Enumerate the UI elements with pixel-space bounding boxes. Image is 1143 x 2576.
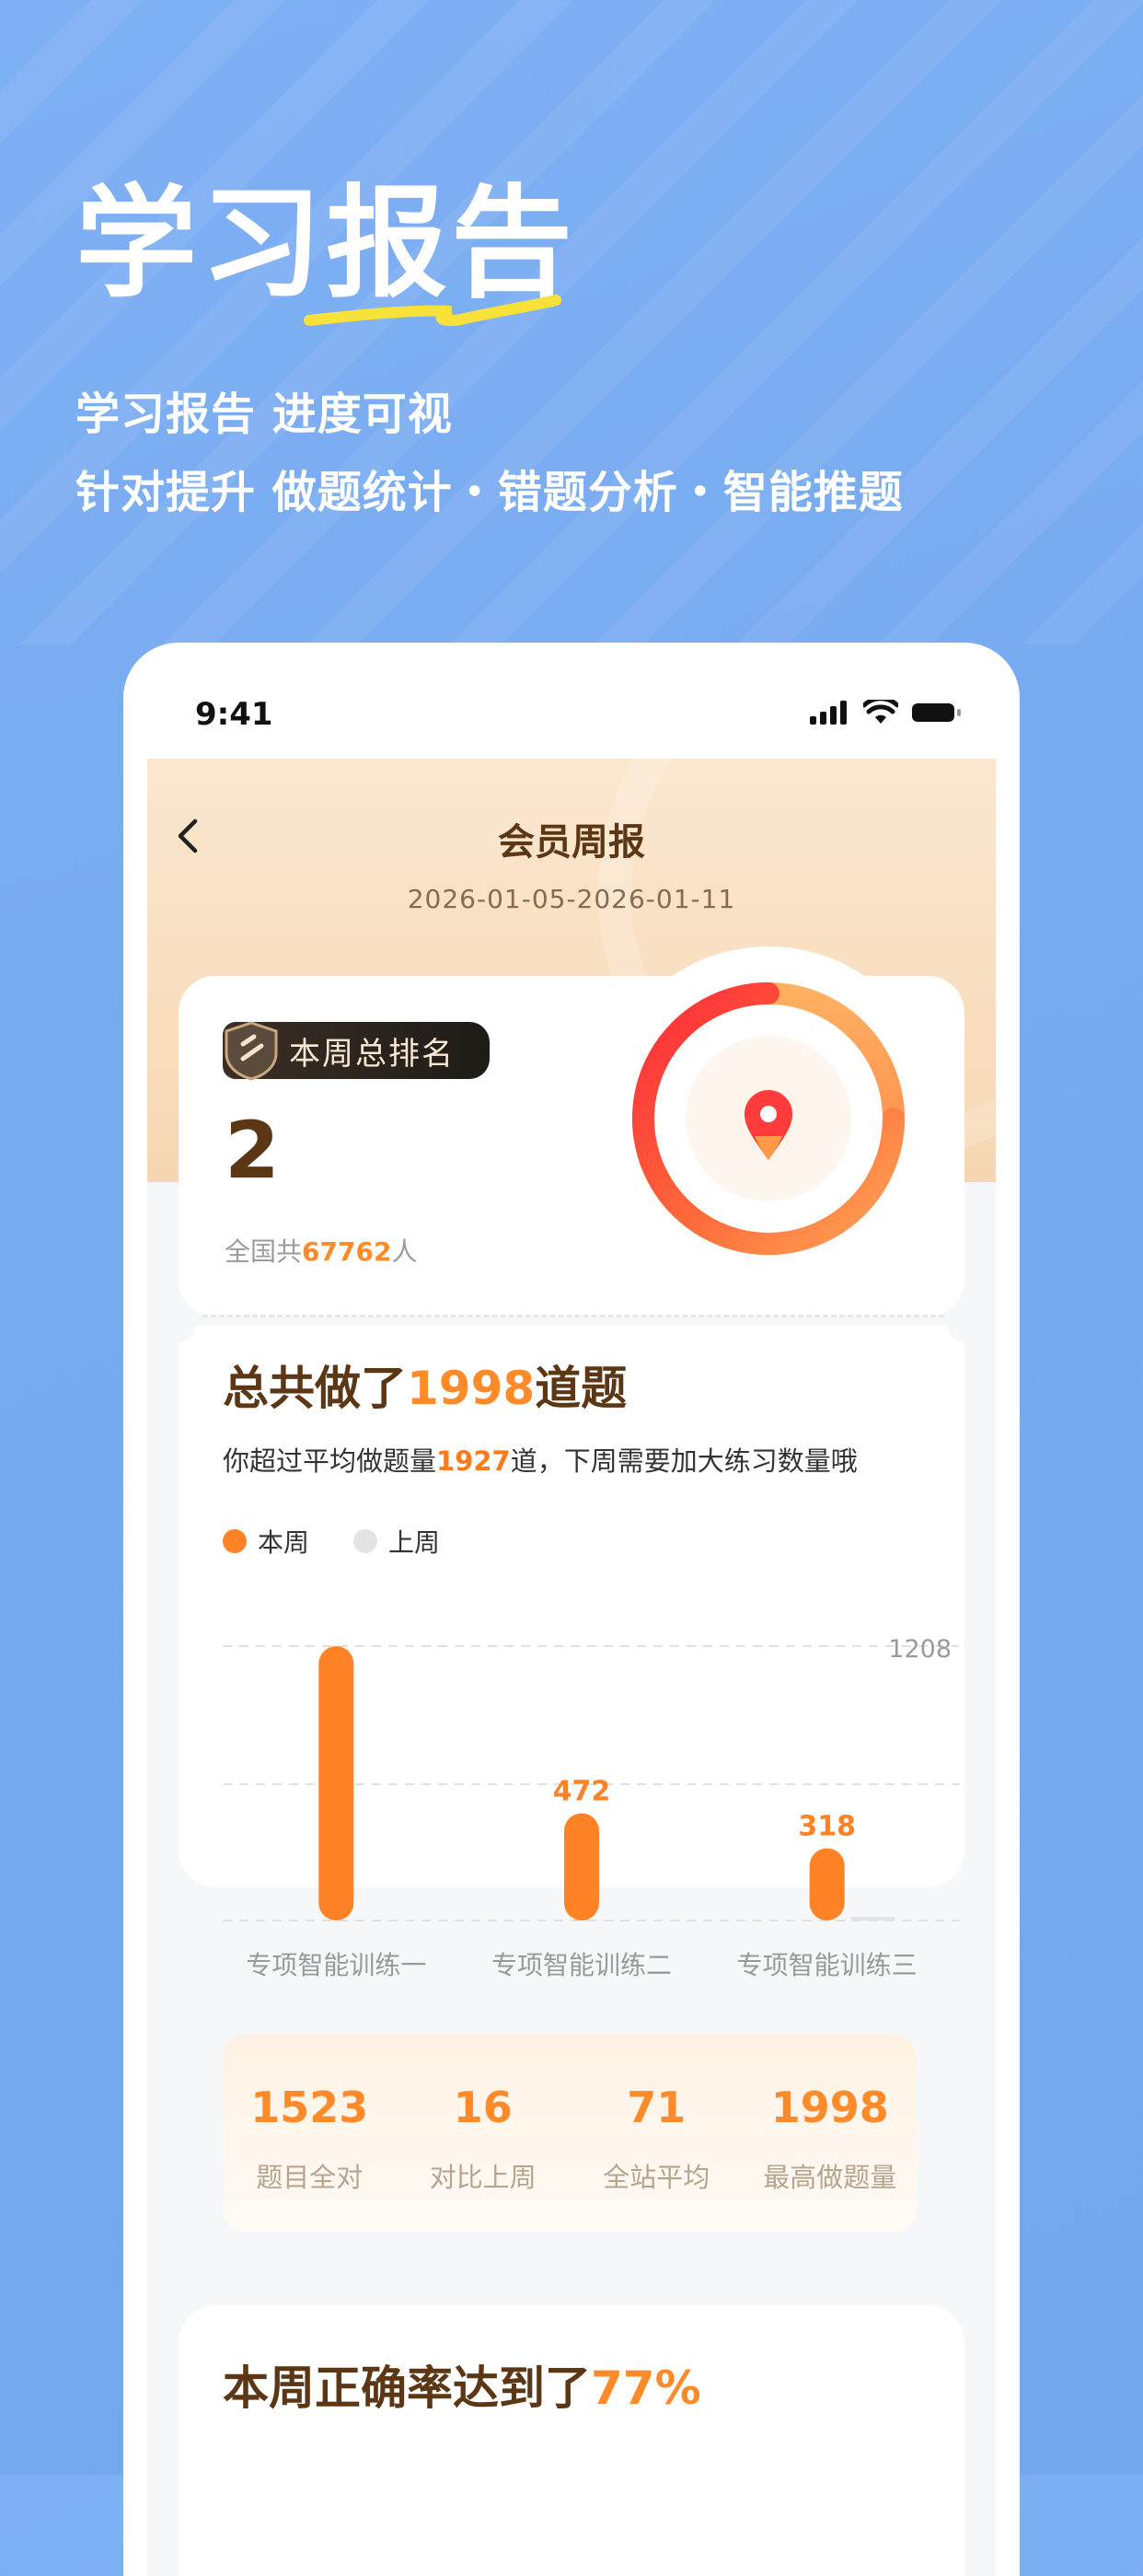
questions-desc: 你超过平均做题量1927道，下周需要加大练习数量哦 [223,1440,858,1479]
stats-panel: 1523 题目全对 16 对比上周 71 全站平均 1998 最高做题量 [223,2035,917,2232]
ticket-notch-left [162,1309,195,1342]
rank-ring-graphic [632,982,905,1255]
total-prefix: 全国共 [225,1236,303,1267]
stat-label: 题目全对 [256,2162,364,2193]
legend-dot-last-week [353,1529,378,1553]
ticket-notch-right [948,1309,981,1342]
stat-value: 71 [627,2083,687,2132]
total-count: 67762 [302,1236,392,1267]
bar-data-label: 472 [553,1776,611,1808]
stat-value: 16 [453,2083,513,2132]
signal-icon [810,701,847,725]
legend-label-last-week: 上周 [388,1527,441,1558]
bar-group: 专项智能训练一 472 专项智能训练二 318 专项智能训练三 [246,1646,918,1980]
rank-value: 2 [225,1105,280,1197]
bar-this-week [809,1848,845,1920]
x-category-label: 专项智能训练一 [246,1950,426,1980]
bar-this-week [564,1813,599,1920]
questions-bar-chart: 1208 专项智能训练一 472 专项智能训练二 318 专项智能训练三 [223,1635,959,1980]
accuracy-prefix: 本周正确率达到了 [223,2361,591,2415]
date-range: 2026-01-05-2026-01-11 [407,884,736,914]
questions-title: 总共做了1998道题 [223,1352,627,1418]
chart-legend: 本周 上周 [223,1523,440,1560]
ranking-card: 本周总排名 2 全国共67762人 [179,946,964,1317]
rank-ring [596,946,941,1291]
rank-badge: 本周总排名 [223,1021,490,1081]
stat-label: 最高做题量 [763,2162,897,2193]
promo-subtitle-1: 学习报告 进度可视 [75,389,453,440]
stat-value: 1523 [250,2083,369,2132]
wifi-icon [863,700,898,724]
total-users: 全国共67762人 [225,1232,417,1269]
stat-site-average: 71 全站平均 [570,2035,744,2232]
desc-prefix: 你超过平均做题量 [223,1445,437,1477]
stat-label: 对比上周 [429,2162,537,2193]
legend-dot-this-week [223,1529,247,1553]
headline-underline [304,295,561,327]
shield-icon [225,1021,278,1081]
stat-value: 1998 [770,2083,889,2132]
battery-icon [912,703,961,722]
x-category-label: 专项智能训练三 [737,1950,918,1980]
stat-highest-count: 1998 最高做题量 [744,2035,918,2232]
bar-last-week [850,1917,895,1920]
status-bar: 9:41 [123,643,1020,759]
status-time: 9:41 [195,696,273,733]
x-category-label: 专项智能训练二 [491,1950,672,1980]
bar-data-label: 318 [798,1811,856,1843]
stat-vs-last-week: 16 对比上周 [397,2035,571,2232]
total-suffix: 人 [391,1236,418,1267]
legend-label-this-week: 本周 [258,1527,310,1558]
y-tick-label: 1208 [888,1635,952,1664]
desc-count: 1927 [436,1445,511,1477]
accuracy-title: 本周正确率达到了77% [223,2351,701,2418]
phone-frame: 9:41 会员周报 2026-01-05-2026-01-11 本周总排名 2 … [123,643,1020,2576]
rank-badge-label: 本周总排名 [289,1035,455,1073]
desc-suffix: 道，下周需要加大练习数量哦 [510,1445,858,1477]
background-pattern [0,0,1143,644]
bar-this-week [318,1646,354,1920]
accuracy-card [179,2305,964,2576]
stat-label: 全站平均 [603,2162,710,2193]
stat-all-correct: 1523 题目全对 [223,2035,397,2232]
questions-title-suffix: 道题 [535,1362,628,1415]
status-icons [810,700,963,725]
questions-count: 1998 [407,1362,536,1415]
questions-title-prefix: 总共做了 [223,1362,407,1415]
promo-subtitle-2: 针对提升 做题统计・错题分析・智能推题 [75,467,904,518]
card-divider [202,1315,944,1317]
page-title: 会员周报 [498,821,645,864]
accuracy-value: 77% [591,2361,701,2415]
